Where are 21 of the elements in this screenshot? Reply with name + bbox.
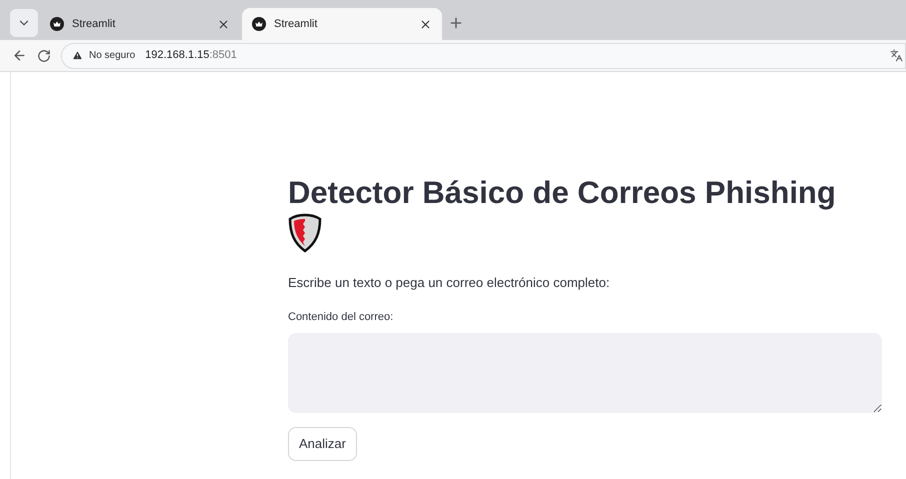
crown-logo-icon [252, 17, 266, 31]
intro-text: Escribe un texto o pega un correo electrónico completo: [288, 274, 611, 292]
close-icon[interactable] [419, 18, 432, 30]
analyze-button[interactable]: Analizar [288, 427, 357, 461]
shield-icon [288, 213, 322, 253]
warning-icon [72, 50, 83, 61]
back-icon[interactable] [12, 48, 27, 63]
tab-title: Streamlit [72, 16, 116, 32]
page-title: Detector Básico de Correos Phishing [288, 174, 837, 212]
address-bar[interactable]: No seguro 192.168.1.15:8501 [61, 42, 906, 68]
security-label: No seguro [89, 49, 136, 63]
tab-title: Streamlit [274, 16, 318, 32]
new-tab-icon[interactable] [448, 15, 464, 31]
email-content-field[interactable] [288, 333, 882, 413]
browser-tab[interactable]: Streamlit [242, 8, 442, 40]
close-icon[interactable] [217, 18, 230, 30]
url-text: 192.168.1.15:8501 [145, 48, 237, 64]
translate-icon[interactable] [890, 49, 903, 62]
field-label: Contenido del correo: [288, 310, 394, 324]
reload-icon[interactable] [37, 48, 51, 62]
crown-logo-icon [50, 17, 64, 31]
